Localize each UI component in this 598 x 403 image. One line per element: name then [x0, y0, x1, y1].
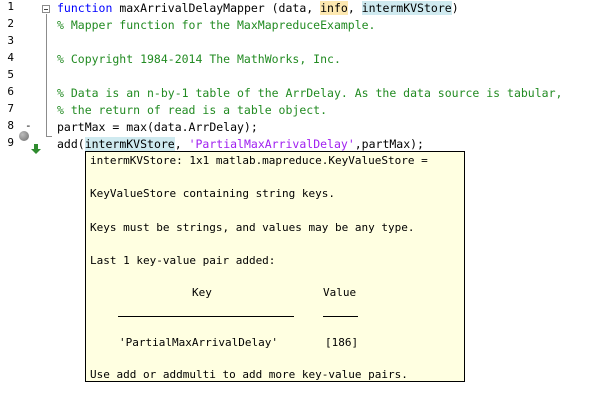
add-call: add(: [57, 137, 85, 151]
line-number-6: 6: [7, 85, 14, 98]
variable-datatip: intermKVStore: 1x1 matlab.mapreduce.KeyV…: [85, 151, 465, 382]
datatip-description: Keys must be strings, and values may be …: [90, 221, 415, 234]
line-number-8: 8: [7, 119, 14, 132]
code-line-6[interactable]: % Data is an n-by-1 table of the ArrDela…: [57, 85, 562, 102]
string-literal: 'PartialMaxArrivalDelay': [188, 137, 355, 151]
column-underline-key: [118, 316, 294, 317]
code-fold-end: [46, 136, 52, 137]
executable-line-marker[interactable]: -: [25, 119, 32, 132]
arg-separator: ,: [347, 1, 362, 15]
column-header-key: Key: [192, 286, 212, 299]
close-paren: ): [451, 1, 459, 15]
line-number-2: 2: [7, 17, 14, 30]
datatip-footer: Use add or addmulti to add more key-valu…: [90, 368, 408, 381]
variable-intermkvstore[interactable]: intermKVStore: [84, 137, 175, 151]
call-tail: ,partMax);: [354, 137, 424, 151]
code-line-8[interactable]: partMax = max(data.ArrDelay);: [57, 119, 258, 136]
datatip-header: intermKVStore: 1x1 matlab.mapreduce.KeyV…: [90, 154, 428, 167]
code-line-7[interactable]: % the return of read is a table object.: [57, 102, 327, 119]
datatip-description: Last 1 key-value pair added:: [90, 254, 276, 267]
line-number-3: 3: [7, 34, 14, 47]
datatip-description: KeyValueStore containing string keys.: [90, 187, 336, 200]
code-fold-line: [46, 14, 47, 137]
line-number-5: 5: [7, 68, 14, 81]
function-signature: maxArrivalDelayMapper (data,: [112, 1, 321, 15]
column-header-value: Value: [323, 286, 357, 299]
code-line-1[interactable]: function maxArrivalDelayMapper (data, in…: [57, 0, 459, 17]
line-number-7: 7: [7, 102, 14, 115]
code-line-4[interactable]: % Copyright 1984-2014 The MathWorks, Inc…: [57, 51, 341, 68]
execution-arrow-icon: [31, 144, 41, 154]
line-number-4: 4: [7, 51, 14, 64]
line-number-9: 9: [7, 136, 14, 149]
table-cell-value: [186]: [325, 336, 359, 349]
line-number-1: 1: [7, 0, 14, 13]
code-editor[interactable]: 1 2 3 4 5 6 7 8 9 - function maxArrivalD…: [0, 0, 598, 403]
table-cell-key: 'PartialMaxArrivalDelay': [119, 336, 278, 349]
variable-intermkvstore[interactable]: intermKVStore: [361, 1, 452, 15]
unused-arg-info[interactable]: info: [320, 1, 348, 15]
keyword-function: function: [57, 1, 113, 15]
column-underline-value: [323, 316, 358, 317]
code-fold-toggle[interactable]: [42, 5, 50, 13]
breakpoint-dot-icon[interactable]: [19, 131, 29, 141]
code-line-2[interactable]: % Mapper function for the MaxMapreduceEx…: [57, 17, 376, 34]
arg-separator: ,: [174, 137, 189, 151]
